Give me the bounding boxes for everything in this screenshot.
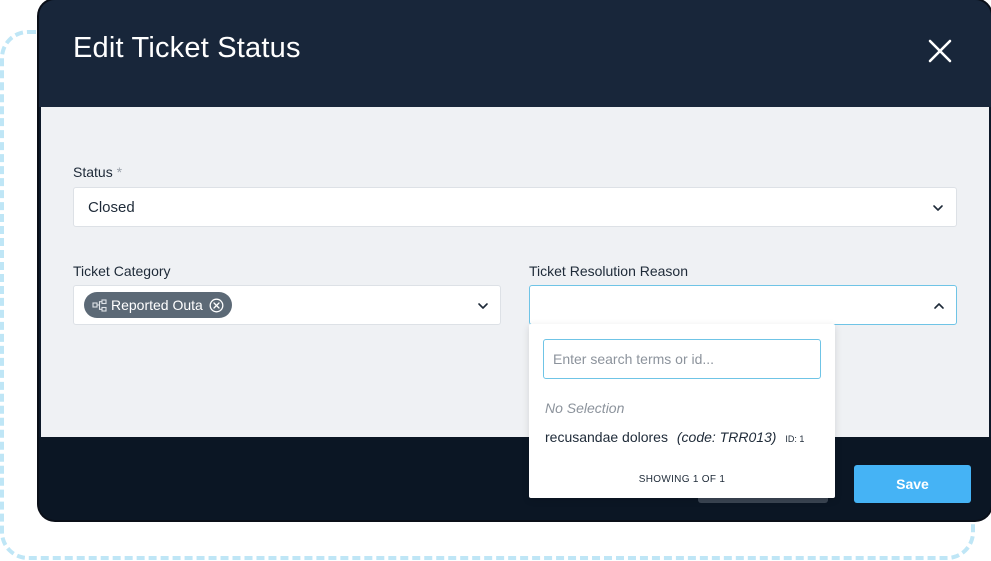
modal-footer: Save <box>39 437 991 520</box>
status-select[interactable]: Closed <box>73 187 957 227</box>
resolution-reason-dropdown: No Selection recusandae dolores (code: T… <box>529 324 835 498</box>
category-chip-label: Reported Outa <box>111 297 203 313</box>
chevron-down-icon <box>933 205 943 211</box>
chevron-up-icon <box>934 303 944 309</box>
resolution-reason-label: Ticket Resolution Reason <box>529 263 689 279</box>
modal-body: Status * Closed Ticket Category Reported… <box>41 107 989 437</box>
no-selection-option[interactable]: No Selection <box>545 400 624 416</box>
status-label: Status * <box>73 164 123 180</box>
modal-title: Edit Ticket Status <box>73 32 301 64</box>
option-name: recusandae dolores <box>545 429 668 445</box>
remove-chip-icon[interactable] <box>209 298 224 313</box>
resolution-reason-select[interactable] <box>529 285 957 325</box>
save-button[interactable]: Save <box>854 465 971 503</box>
chevron-down-icon <box>478 303 488 309</box>
ticket-category-select[interactable]: Reported Outa <box>73 285 501 325</box>
list-item[interactable]: recusandae dolores (code: TRR013) ID: 1 <box>545 429 804 445</box>
edit-ticket-status-modal: Edit Ticket Status Status * Closed Ticke… <box>39 0 991 520</box>
close-icon[interactable] <box>927 38 953 64</box>
showing-count: SHOWING 1 OF 1 <box>638 474 726 485</box>
ticket-category-label: Ticket Category <box>73 263 171 279</box>
option-code: (code: TRR013) <box>676 429 777 445</box>
category-chip: Reported Outa <box>84 292 232 318</box>
status-value: Closed <box>88 199 135 216</box>
category-tree-icon <box>92 298 107 312</box>
modal-header: Edit Ticket Status <box>39 0 991 107</box>
search-input[interactable] <box>543 339 821 379</box>
option-id: ID: 1 <box>785 434 805 444</box>
